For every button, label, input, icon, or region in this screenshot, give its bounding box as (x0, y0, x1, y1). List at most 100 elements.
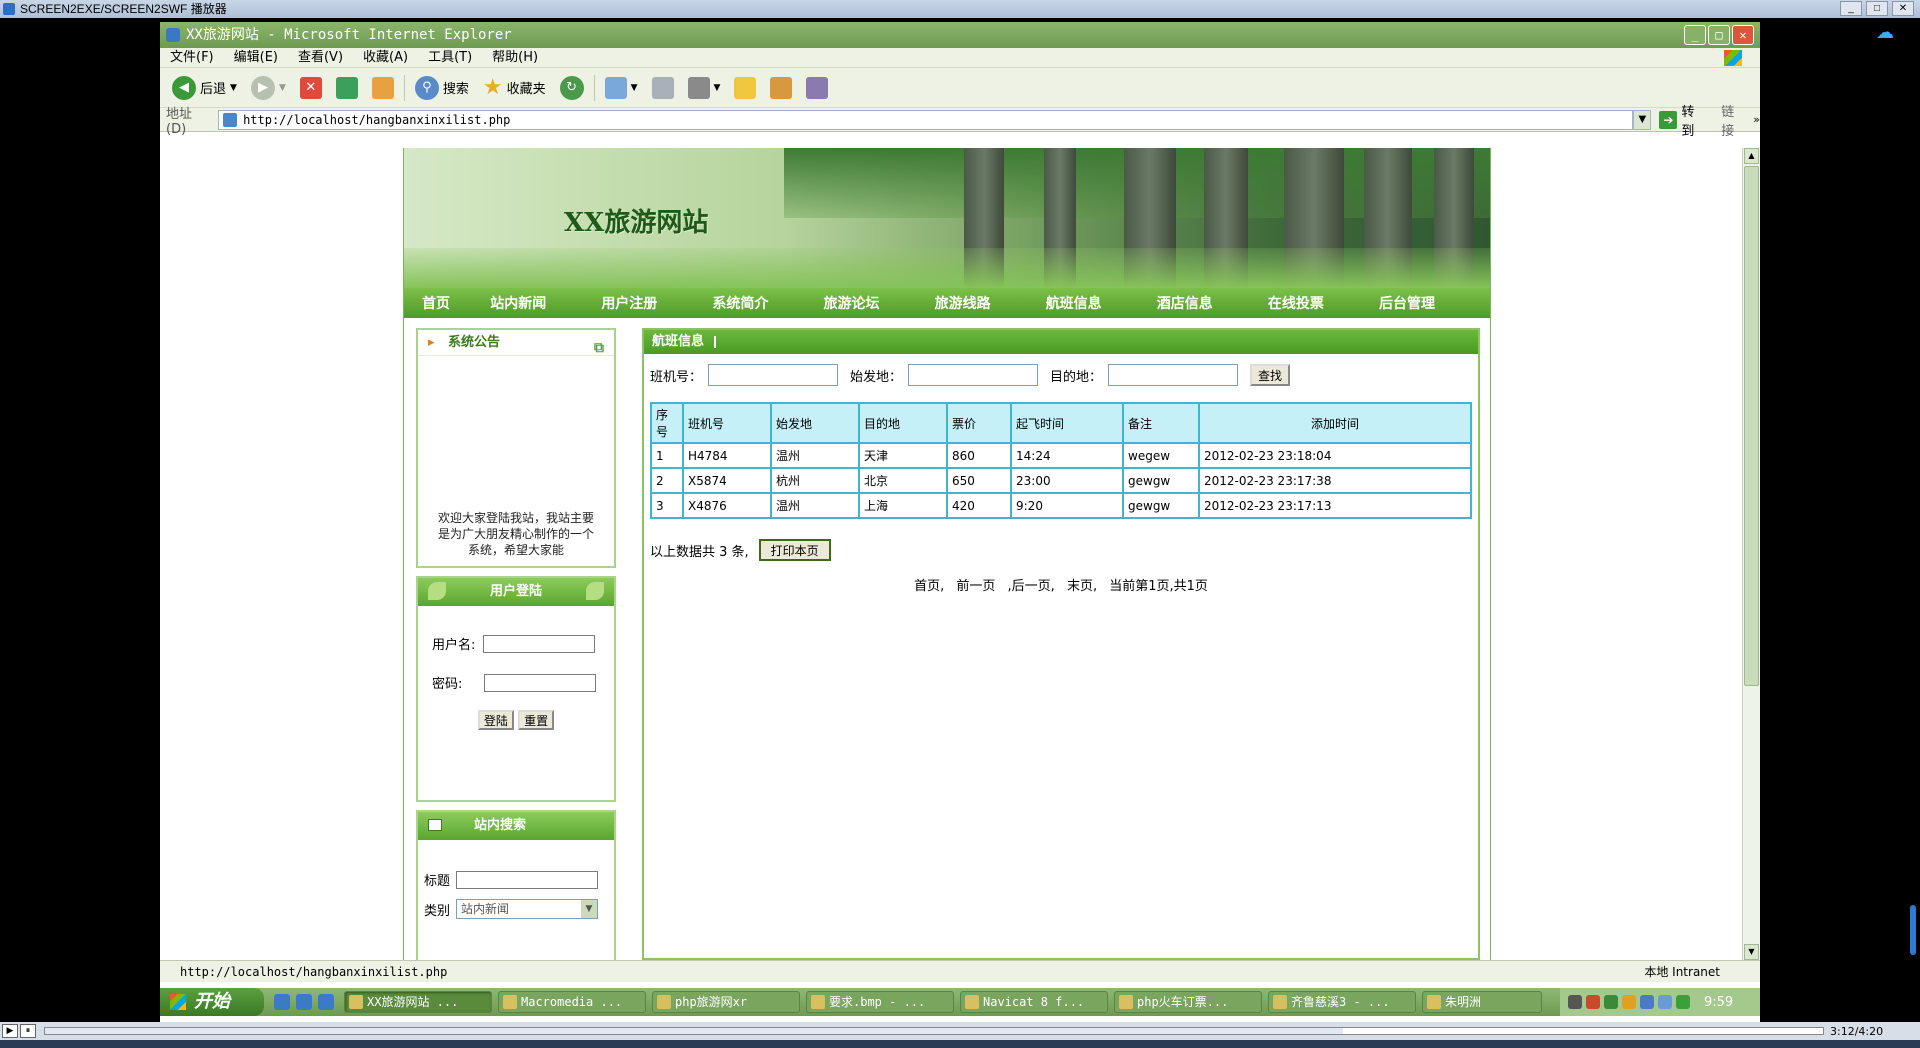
address-input[interactable]: http://localhost/hangbanxinxilist.php (218, 109, 1634, 130)
username-input[interactable] (483, 634, 596, 653)
stop-button[interactable]: ✕ (296, 73, 326, 103)
password-input[interactable] (484, 673, 597, 692)
menu-tools[interactable]: 工具(T) (428, 48, 472, 67)
nav-routes[interactable]: 旅游线路 (935, 293, 1046, 313)
explorer-quicklaunch-icon[interactable] (296, 994, 312, 1010)
discuss-button[interactable] (730, 73, 760, 103)
nav-forum[interactable]: 旅游论坛 (824, 293, 935, 313)
favorites-button[interactable]: ★ 收藏夹 (479, 73, 550, 103)
vertical-scrollbar[interactable]: ▲ ▼ (1742, 148, 1760, 960)
ie-title-bar: XX旅游网站 - Microsoft Internet Explorer _ □… (160, 22, 1760, 48)
nav-hotels[interactable]: 酒店信息 (1157, 293, 1268, 313)
scroll-thumb[interactable] (1744, 166, 1759, 686)
task-navicat[interactable]: Navicat 8 f... (960, 991, 1108, 1013)
start-button[interactable]: 开始 (160, 988, 264, 1016)
search-button[interactable]: ⚲ 搜索 (411, 73, 473, 103)
media-quicklaunch-icon[interactable] (318, 994, 334, 1010)
menu-file[interactable]: 文件(F) (170, 48, 214, 67)
scroll-down-icon[interactable]: ▼ (1744, 944, 1759, 960)
cloud-icon[interactable]: ☁ (1876, 22, 1900, 43)
pager-last[interactable]: 末页, (1067, 579, 1097, 594)
nav-admin[interactable]: 后台管理 (1379, 293, 1490, 313)
search-title-input[interactable] (456, 870, 599, 889)
flight-no-input[interactable] (708, 364, 839, 386)
forward-dropdown-icon[interactable]: ▼ (279, 83, 286, 93)
favorites-label: 收藏夹 (506, 82, 546, 97)
task-qilu[interactable]: 齐鲁慈溪3 - ... (1268, 991, 1416, 1013)
nav-news[interactable]: 站内新闻 (490, 293, 601, 313)
back-dropdown-icon[interactable]: ▼ (230, 83, 237, 93)
pager-first[interactable]: 首页, (914, 579, 944, 594)
tray-app-icon[interactable] (1658, 995, 1672, 1009)
banner-grass (404, 248, 1490, 288)
print-toolbar-button[interactable] (648, 73, 678, 103)
pagination: 首页, 前一页 ,后一页, 末页, 当前第1页,共1页 (644, 575, 1478, 594)
nav-about[interactable]: 系统简介 (712, 293, 823, 313)
desktop-bottom-strip (0, 1040, 1920, 1048)
menu-favorites[interactable]: 收藏(A) (363, 48, 408, 67)
refresh-tray-icon[interactable] (1676, 995, 1690, 1009)
table-header-row: 序号 班机号 始发地 目的地 票价 起飞时间 备注 添加时间 (650, 402, 1472, 444)
task-php-train-folder[interactable]: php火车订票... (1114, 991, 1262, 1013)
ie-close-icon[interactable]: ✕ (1732, 25, 1754, 45)
category-select[interactable]: 站内新闻 ▼ (456, 899, 599, 919)
pause-icon[interactable]: ⏸ (20, 1024, 36, 1038)
research-button[interactable] (766, 73, 796, 103)
task-requirements-bmp[interactable]: 要求.bmp - ... (806, 991, 954, 1013)
qq-icon[interactable] (1622, 995, 1636, 1009)
minimize-icon[interactable]: _ (1840, 1, 1862, 16)
flight-filter: 班机号： 始发地： 目的地： 查找 (650, 364, 1478, 386)
chevron-down-icon[interactable]: ▼ (581, 900, 598, 918)
menu-view[interactable]: 查看(V) (298, 48, 343, 67)
menu-edit[interactable]: 编辑(E) (234, 48, 278, 67)
print-page-button[interactable]: 打印本页 (758, 539, 831, 561)
seek-bar[interactable] (44, 1027, 1824, 1035)
nav-flights[interactable]: 航班信息 (1046, 293, 1157, 313)
tray-app-icon[interactable] (1586, 995, 1600, 1009)
maximize-icon[interactable]: □ (1866, 1, 1888, 16)
back-button[interactable]: ◀ 后退 ▼ (168, 73, 241, 103)
scroll-up-icon[interactable]: ▲ (1744, 148, 1759, 164)
stop-icon: ✕ (299, 76, 322, 99)
nav-home[interactable]: 首页 (422, 293, 490, 313)
close-icon[interactable]: ✕ (1892, 1, 1914, 16)
login-button[interactable]: 登陆 (477, 710, 514, 730)
mail-dropdown-icon[interactable]: ▼ (631, 83, 638, 93)
messenger-button[interactable] (802, 73, 832, 103)
nav-vote[interactable]: 在线投票 (1268, 293, 1379, 313)
edit-button[interactable]: ▼ (684, 73, 725, 103)
cell: 420 (946, 492, 1012, 519)
forward-button[interactable]: ▶ ▼ (247, 73, 290, 103)
link-icon[interactable]: ⧉ (594, 335, 604, 361)
nav-register[interactable]: 用户注册 (601, 293, 712, 313)
history-button[interactable]: ↻ (556, 73, 588, 103)
play-icon[interactable]: ▶ (2, 1024, 18, 1038)
pager-next[interactable]: ,后一页, (1008, 579, 1055, 594)
ie-maximize-icon[interactable]: □ (1708, 25, 1730, 45)
task-travel-site[interactable]: XX旅游网站 ... (344, 991, 492, 1013)
destination-input[interactable] (1108, 364, 1239, 386)
volume-slider[interactable] (1910, 905, 1916, 955)
address-dropdown-icon[interactable]: ▼ (1633, 109, 1652, 130)
task-php-travel-folder[interactable]: php旅游网xr (652, 991, 800, 1013)
pager-prev[interactable]: 前一页 (956, 579, 995, 594)
ie-quicklaunch-icon[interactable] (274, 994, 290, 1010)
mail-button[interactable]: ▼ (601, 73, 642, 103)
links-label[interactable]: 链接 (1721, 101, 1747, 139)
tray-app-icon[interactable] (1604, 995, 1618, 1009)
ie-minimize-icon[interactable]: _ (1684, 25, 1706, 45)
task-macromedia[interactable]: Macromedia ... (498, 991, 646, 1013)
refresh-button[interactable] (332, 73, 362, 103)
keyboard-icon[interactable] (1568, 995, 1582, 1009)
origin-input[interactable] (908, 364, 1039, 386)
network-icon[interactable] (1640, 995, 1654, 1009)
find-button[interactable]: 查找 (1250, 364, 1291, 386)
links-chevron-icon[interactable]: » (1753, 113, 1760, 126)
task-zhu[interactable]: 朱明洲 (1422, 991, 1542, 1013)
home-button[interactable] (368, 73, 398, 103)
menu-help[interactable]: 帮助(H) (492, 48, 538, 67)
go-button[interactable]: ➔ 转到 (1659, 101, 1707, 139)
site-search-header: 站内搜索 (418, 812, 614, 840)
edit-dropdown-icon[interactable]: ▼ (714, 83, 721, 93)
reset-button[interactable]: 重置 (518, 710, 555, 730)
